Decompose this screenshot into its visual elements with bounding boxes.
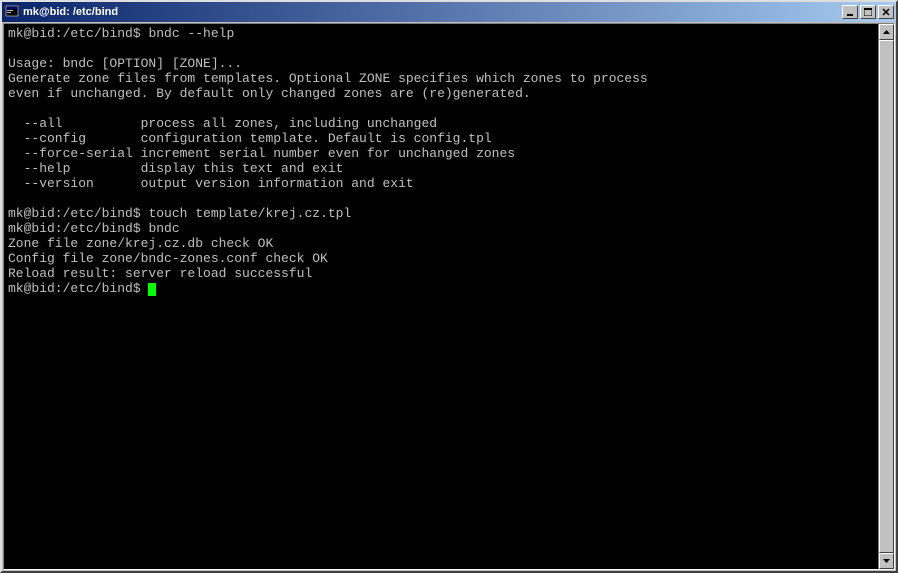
prompt-line: mk@bid:/etc/bind$ bndc bbox=[8, 221, 874, 236]
prompt-line: mk@bid:/etc/bind$ bndc --help bbox=[8, 26, 874, 41]
terminal-container: mk@bid:/etc/bind$ bndc --help Usage: bnd… bbox=[3, 23, 895, 570]
cursor-icon bbox=[148, 283, 156, 296]
command-text: touch template/krej.cz.tpl bbox=[148, 206, 351, 221]
shell-prompt: mk@bid:/etc/bind$ bbox=[8, 221, 141, 236]
output-line: Usage: bndc [OPTION] [ZONE]... bbox=[8, 56, 874, 71]
titlebar[interactable]: mk@bid: /etc/bind bbox=[2, 2, 896, 22]
output-line: Reload result: server reload successful bbox=[8, 266, 874, 281]
app-icon bbox=[4, 4, 20, 20]
scroll-up-button[interactable] bbox=[879, 24, 894, 40]
vertical-scrollbar[interactable] bbox=[878, 24, 894, 569]
scroll-down-button[interactable] bbox=[879, 553, 894, 569]
output-line: Generate zone files from templates. Opti… bbox=[8, 71, 874, 86]
shell-prompt: mk@bid:/etc/bind$ bbox=[8, 206, 141, 221]
close-button[interactable] bbox=[878, 5, 894, 19]
blank-line bbox=[8, 191, 874, 206]
scroll-track[interactable] bbox=[879, 40, 894, 553]
command-text: bndc bbox=[148, 221, 179, 236]
output-line: --force-serial increment serial number e… bbox=[8, 146, 874, 161]
window-title: mk@bid: /etc/bind bbox=[23, 6, 840, 18]
prompt-line: mk@bid:/etc/bind$ bbox=[8, 281, 874, 296]
window-controls bbox=[840, 5, 894, 19]
output-line: --help display this text and exit bbox=[8, 161, 874, 176]
output-line: --config configuration template. Default… bbox=[8, 131, 874, 146]
terminal-window: mk@bid: /etc/bind mk@bid:/etc/bind$ bndc… bbox=[0, 0, 898, 573]
blank-line bbox=[8, 41, 874, 56]
output-line: even if unchanged. By default only chang… bbox=[8, 86, 874, 101]
maximize-button[interactable] bbox=[860, 5, 876, 19]
blank-line bbox=[8, 101, 874, 116]
terminal-output[interactable]: mk@bid:/etc/bind$ bndc --help Usage: bnd… bbox=[4, 24, 878, 569]
minimize-button[interactable] bbox=[842, 5, 858, 19]
output-line: Config file zone/bndc-zones.conf check O… bbox=[8, 251, 874, 266]
shell-prompt: mk@bid:/etc/bind$ bbox=[8, 26, 141, 41]
output-line: --all process all zones, including uncha… bbox=[8, 116, 874, 131]
output-line: Zone file zone/krej.cz.db check OK bbox=[8, 236, 874, 251]
shell-prompt: mk@bid:/etc/bind$ bbox=[8, 281, 141, 296]
command-text: bndc --help bbox=[148, 26, 234, 41]
prompt-line: mk@bid:/etc/bind$ touch template/krej.cz… bbox=[8, 206, 874, 221]
scroll-thumb[interactable] bbox=[879, 40, 894, 553]
output-line: --version output version information and… bbox=[8, 176, 874, 191]
